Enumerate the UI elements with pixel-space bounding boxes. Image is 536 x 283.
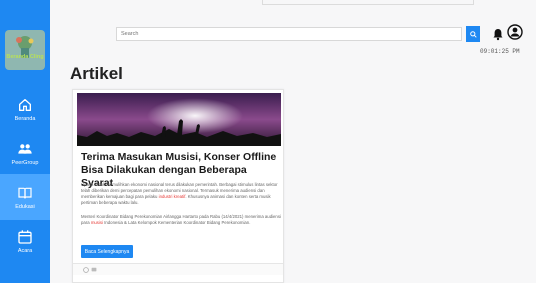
top-tab-outline <box>262 0 474 5</box>
home-icon <box>19 98 31 111</box>
article-card: Terima Masukan Musisi, Konser Offline Bi… <box>72 89 284 283</box>
concert-image <box>77 93 281 146</box>
app-logo[interactable] <box>5 30 45 70</box>
sidebar-item-label: Beranda <box>14 115 36 122</box>
sidebar-item-label: Acara <box>17 247 33 254</box>
group-icon <box>18 143 32 154</box>
search-button[interactable] <box>466 26 480 42</box>
article-link[interactable]: industri kreatif <box>159 194 186 199</box>
article-paragraph: Menteri Koordinator Bidang Perekonomian … <box>81 214 281 226</box>
article-link[interactable]: musisi <box>91 220 103 225</box>
book-icon <box>18 187 32 198</box>
calendar-icon <box>18 229 32 244</box>
article-text: Indonesia & Lata Kelompok Kementerian Ko… <box>104 220 251 225</box>
comment-icon[interactable] <box>91 267 97 273</box>
sidebar-item-acara[interactable]: Acara <box>0 218 50 264</box>
bell-icon[interactable] <box>492 27 504 41</box>
page-title: Artikel <box>70 64 123 83</box>
sidebar-item-peergroup[interactable]: PeerGroup <box>0 130 50 176</box>
sidebar: Beranda Cling Beranda PeerGroup Edukasi … <box>0 0 50 283</box>
article-paragraph: Upaya untuk memulihkan ekonomi nasional … <box>81 182 281 206</box>
card-footer <box>73 263 283 275</box>
sidebar-item-beranda[interactable]: Beranda <box>0 86 50 132</box>
like-icon[interactable] <box>83 267 89 273</box>
sidebar-item-edukasi[interactable]: Edukasi <box>0 174 50 220</box>
sidebar-item-label: PeerGroup <box>11 159 39 166</box>
logo-text: Beranda Cling <box>6 54 44 60</box>
search-input[interactable] <box>116 27 462 41</box>
search-icon <box>469 30 477 38</box>
clock-display: 09:01:25 PM <box>480 48 520 55</box>
user-avatar-icon[interactable] <box>507 24 523 40</box>
read-more-button[interactable]: Baca Selengkapnya <box>81 245 133 258</box>
sidebar-item-label: Edukasi <box>15 203 35 210</box>
